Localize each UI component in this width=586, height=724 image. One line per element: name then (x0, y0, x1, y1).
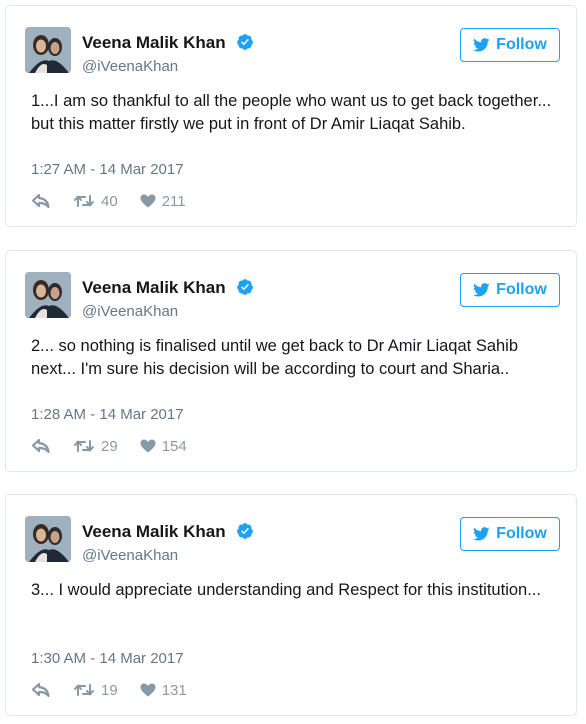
avatar[interactable] (25, 516, 71, 562)
retweet-icon (74, 684, 94, 696)
follow-label: Follow (496, 281, 547, 298)
reply-icon (31, 439, 50, 453)
avatar[interactable] (25, 272, 71, 318)
follow-button[interactable]: Follow (460, 28, 560, 62)
like-button[interactable]: 211 (140, 193, 186, 210)
reply-button[interactable] (31, 439, 50, 453)
timestamp[interactable]: 1:30 AM - 14 Mar 2017 (31, 650, 184, 667)
tweet-text: 3... I would appreciate understanding an… (31, 581, 541, 599)
reply-button[interactable] (31, 683, 50, 697)
twitter-bird-icon (473, 38, 490, 52)
retweet-icon (74, 195, 94, 207)
follow-button[interactable]: Follow (460, 517, 560, 551)
display-name[interactable]: Veena Malik Khan (82, 278, 226, 298)
retweet-icon (74, 440, 94, 452)
avatar[interactable] (25, 27, 71, 73)
handle[interactable]: @iVeenaKhan (82, 303, 178, 320)
follow-label: Follow (496, 525, 547, 542)
like-button[interactable]: 154 (140, 438, 187, 455)
tweet-actions: 29 154 (31, 436, 187, 456)
retweet-button[interactable]: 19 (73, 682, 118, 699)
tweet-text: 1...I am so thankful to all the people w… (31, 92, 552, 133)
retweet-button[interactable]: 40 (73, 193, 118, 210)
timestamp[interactable]: 1:28 AM - 14 Mar 2017 (31, 406, 184, 423)
tweet-card: Veena Malik Khan @iVeenaKhan Follow 3...… (5, 494, 577, 716)
twitter-bird-icon (473, 283, 490, 297)
retweet-button[interactable]: 29 (73, 438, 118, 455)
heart-icon (140, 439, 156, 453)
reply-icon (31, 683, 50, 697)
verified-badge-icon (237, 34, 253, 50)
retweet-count: 19 (101, 681, 118, 699)
tweet-card: Veena Malik Khan @iVeenaKhan Follow 1...… (5, 5, 577, 227)
handle[interactable]: @iVeenaKhan (82, 58, 178, 75)
heart-icon (140, 683, 156, 697)
display-name[interactable]: Veena Malik Khan (82, 522, 226, 542)
like-count: 131 (161, 681, 187, 699)
heart-icon (140, 194, 156, 208)
tweet-actions: 19 131 (31, 680, 187, 700)
timestamp[interactable]: 1:27 AM - 14 Mar 2017 (31, 161, 184, 178)
like-count: 154 (161, 437, 187, 455)
tweet-actions: 40 211 (31, 191, 186, 211)
retweet-count: 40 (101, 192, 118, 210)
display-name[interactable]: Veena Malik Khan (82, 33, 226, 53)
like-count: 211 (161, 192, 186, 210)
verified-badge-icon (237, 279, 253, 295)
follow-button[interactable]: Follow (460, 273, 560, 307)
twitter-bird-icon (473, 527, 490, 541)
tweet-text: 2... so nothing is finalised until we ge… (31, 337, 519, 378)
reply-icon (31, 194, 50, 208)
tweet-card: Veena Malik Khan @iVeenaKhan Follow 2...… (5, 250, 577, 472)
retweet-count: 29 (101, 437, 118, 455)
reply-button[interactable] (31, 194, 50, 208)
verified-badge-icon (237, 523, 253, 539)
like-button[interactable]: 131 (140, 682, 187, 699)
handle[interactable]: @iVeenaKhan (82, 547, 178, 564)
follow-label: Follow (496, 36, 547, 53)
